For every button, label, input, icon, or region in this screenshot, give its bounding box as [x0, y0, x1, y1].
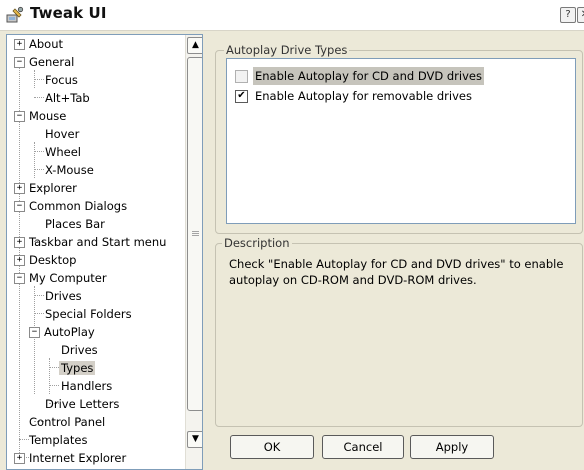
tree-item-label: Special Folders	[45, 307, 132, 321]
scroll-down-button[interactable]: ▼	[187, 431, 202, 448]
tree-connector	[49, 385, 59, 386]
tree-item-label: Wheel	[45, 145, 82, 159]
tree-connector	[49, 367, 59, 368]
tree-connector	[34, 151, 44, 152]
ok-button[interactable]: OK	[230, 435, 314, 459]
autoplay-group-label: Autoplay Drive Types	[224, 43, 350, 57]
cancel-button[interactable]: Cancel	[322, 435, 404, 459]
tree-item-places-bar[interactable]: Places Bar	[45, 215, 105, 233]
apply-button[interactable]: Apply	[410, 435, 494, 459]
tree-item-label: Alt+Tab	[45, 91, 90, 105]
expand-icon[interactable]: +	[14, 237, 25, 248]
drive-types-list: Enable Autoplay for CD and DVD drives ✔ …	[226, 58, 576, 224]
thumb-grip	[192, 231, 199, 232]
description-text: Check "Enable Autoplay for CD and DVD dr…	[229, 257, 564, 287]
removable-checkbox[interactable]: ✔	[235, 90, 248, 103]
tree-item-label: Common Dialogs	[29, 199, 128, 213]
window-title: Tweak UI	[30, 4, 107, 22]
tree-item-label: Taskbar and Start menu	[29, 235, 167, 249]
tweak-ui-app-icon	[6, 6, 24, 23]
tree-item-control-panel[interactable]: Control Panel	[29, 413, 105, 431]
tree-connector	[19, 439, 29, 440]
cd-dvd-option-label: Enable Autoplay for CD and DVD drives	[253, 67, 484, 85]
thumb-grip	[192, 235, 199, 236]
expand-icon[interactable]: +	[14, 183, 25, 194]
tree-connector	[34, 79, 44, 80]
tree-item-wheel[interactable]: Wheel	[45, 143, 81, 161]
tree-item-label: My Computer	[29, 271, 107, 285]
tree-item-drive-letters[interactable]: Drive Letters	[45, 395, 119, 413]
removable-option-label: Enable Autoplay for removable drives	[255, 89, 472, 103]
tree-item-label: Control Panel	[29, 415, 106, 429]
tree-item-label: Drive Letters	[45, 397, 120, 411]
tree-item-label: Explorer	[29, 181, 77, 195]
tree-item-drives[interactable]: Drives	[45, 287, 82, 305]
close-button[interactable]: ✕	[577, 7, 584, 23]
tree-item-label: Internet Explorer	[29, 451, 127, 465]
tree-item-templates[interactable]: Templates	[29, 431, 87, 449]
tree-item-hover[interactable]: Hover	[45, 125, 79, 143]
expand-icon[interactable]: +	[14, 255, 25, 266]
tree-item-label: Places Bar	[45, 217, 105, 231]
thumb-grip	[192, 233, 199, 234]
tree-item-autoplay-drives[interactable]: Drives	[61, 341, 98, 359]
cd-dvd-checkbox[interactable]	[235, 70, 248, 83]
tree-item-label: Desktop	[29, 253, 77, 267]
tree-item-focus[interactable]: Focus	[45, 71, 78, 89]
tweak-ui-window: Tweak UI ? ✕	[0, 0, 584, 470]
tree-connector	[34, 142, 35, 178]
scroll-up-button[interactable]: ▲	[187, 37, 202, 54]
tree-item-label: X-Mouse	[45, 163, 94, 177]
description-group-label: Description	[222, 236, 292, 250]
tree-item-label: Focus	[45, 73, 78, 87]
tree-item-label: Mouse	[29, 109, 67, 123]
tree-item-label: Types	[59, 361, 96, 375]
collapse-icon[interactable]: −	[14, 201, 25, 212]
tree-item-label: Drives	[45, 289, 82, 303]
tree-connector	[34, 169, 44, 170]
collapse-icon[interactable]: −	[29, 327, 40, 338]
tree-connector	[34, 97, 44, 98]
tree-connector	[34, 313, 44, 314]
help-button[interactable]: ?	[560, 7, 576, 23]
tree-scrollbar[interactable]: ▲ ▼	[185, 35, 202, 469]
tree-item-label: Drives	[61, 343, 98, 357]
tree-item-special-folders[interactable]: Special Folders	[45, 305, 132, 323]
collapse-icon[interactable]: −	[14, 111, 25, 122]
expand-icon[interactable]: +	[14, 39, 25, 50]
tree-content: + About − General Focus Alt+Tab − Mouse …	[7, 35, 185, 469]
tree-item-label: Hover	[45, 127, 80, 141]
tree-item-label: Templates	[29, 433, 88, 447]
expand-icon[interactable]: +	[14, 453, 25, 464]
scroll-thumb[interactable]	[187, 57, 202, 411]
tree-item-label: About	[29, 37, 64, 51]
collapse-icon[interactable]: −	[14, 273, 25, 284]
tree-item-types[interactable]: Types	[59, 359, 96, 377]
tree-item-label: General	[29, 55, 75, 69]
tree-item-label: AutoPlay	[44, 325, 95, 339]
tree-connector	[34, 286, 35, 394]
tree-item-label: Handlers	[61, 379, 113, 393]
tree-item-alt-tab[interactable]: Alt+Tab	[45, 89, 90, 107]
collapse-icon[interactable]: −	[14, 57, 25, 68]
title-bar: Tweak UI ? ✕	[0, 0, 584, 31]
tree-item-x-mouse[interactable]: X-Mouse	[45, 161, 94, 179]
tree-item-handlers[interactable]: Handlers	[61, 377, 112, 395]
tree-connector	[34, 295, 44, 296]
tree-connector	[49, 358, 50, 394]
settings-tree: + About − General Focus Alt+Tab − Mouse …	[6, 34, 203, 470]
